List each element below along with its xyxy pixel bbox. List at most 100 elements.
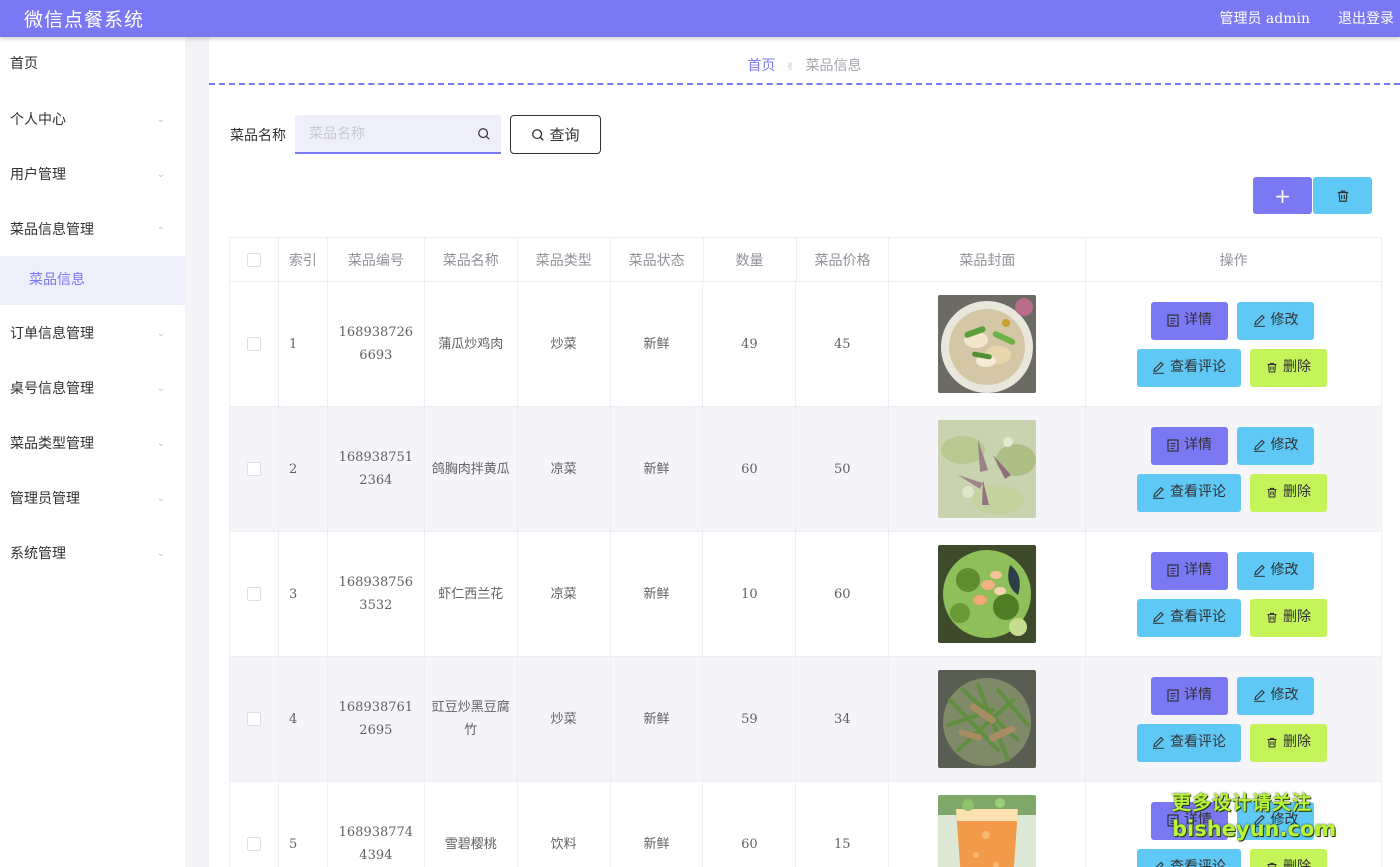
- column-header: 菜品封面: [889, 238, 1087, 282]
- edit-button[interactable]: 修改: [1237, 551, 1314, 590]
- detail-button[interactable]: 详情: [1151, 301, 1228, 340]
- sidebar-item-user-management[interactable]: 用户管理 ⌄: [0, 155, 185, 195]
- cell-type: 饮料: [518, 782, 611, 867]
- sidebar-item-label: 管理员管理: [10, 491, 80, 507]
- edit-button[interactable]: 修改: [1237, 676, 1314, 715]
- cell-price: 50: [796, 407, 890, 531]
- cell-name: 鸽胸肉拌黄瓜: [425, 407, 518, 531]
- row-checkbox[interactable]: [246, 337, 261, 351]
- edit-icon: [1253, 564, 1265, 577]
- cell-quantity: 60: [703, 782, 797, 867]
- cell-quantity: 49: [703, 282, 797, 406]
- edit-icon: [1253, 439, 1265, 452]
- edit-button[interactable]: 修改: [1237, 301, 1314, 340]
- logout-link[interactable]: 退出登录: [1338, 8, 1394, 28]
- cell-cover: [889, 657, 1086, 781]
- delete-button[interactable]: 删除: [1250, 348, 1327, 387]
- row-checkbox[interactable]: [246, 712, 261, 726]
- sidebar-item-dish-info[interactable]: 菜品信息: [0, 256, 185, 305]
- document-icon: [1167, 439, 1179, 452]
- sidebar-item-table-management[interactable]: 桌号信息管理 ⌄: [0, 369, 185, 409]
- sidebar-item-order-management[interactable]: 订单信息管理 ⌄: [0, 314, 185, 354]
- dish-cover-image[interactable]: [938, 795, 1037, 867]
- edit-button-label: 修改: [1270, 437, 1299, 453]
- trash-icon: [1267, 737, 1277, 748]
- edit-icon: [1153, 361, 1164, 374]
- cell-quantity: 60: [703, 407, 797, 531]
- dish-table: 索引 菜品编号 菜品名称 菜品类型 菜品状态 数量 菜品价格 菜品封面 操作 1…: [229, 237, 1382, 867]
- detail-button[interactable]: 详情: [1151, 551, 1228, 590]
- sidebar-item-label: 用户管理: [10, 167, 66, 183]
- cell-type: 炒菜: [518, 282, 611, 406]
- chevron-down-icon: ⌄: [156, 438, 165, 449]
- column-header: 菜品状态: [611, 238, 704, 282]
- column-header: 菜品类型: [518, 238, 611, 282]
- batch-delete-button[interactable]: [1313, 177, 1372, 214]
- column-header: 索引: [279, 238, 328, 282]
- cell-cover: [889, 532, 1086, 656]
- dish-cover-image[interactable]: [938, 295, 1037, 393]
- dish-cover-image[interactable]: [938, 545, 1037, 643]
- cell-code: 1689387563532: [328, 532, 425, 656]
- sidebar-item-home[interactable]: 首页: [0, 44, 185, 84]
- row-checkbox[interactable]: [246, 587, 261, 601]
- edit-icon: [1153, 486, 1164, 499]
- add-button[interactable]: +: [1253, 177, 1312, 214]
- cell-index: 3: [279, 532, 328, 656]
- breadcrumb-home[interactable]: 首页: [747, 58, 775, 74]
- document-icon: [1167, 564, 1179, 577]
- view-reviews-button[interactable]: 查看评论: [1137, 473, 1241, 512]
- row-checkbox[interactable]: [246, 837, 261, 851]
- chevron-down-icon: ⌄: [156, 493, 165, 504]
- row-select-cell: [230, 657, 279, 781]
- detail-button[interactable]: 详情: [1151, 426, 1228, 465]
- row-checkbox[interactable]: [246, 462, 261, 476]
- sidebar-item-label: 首页: [10, 56, 38, 72]
- dish-cover-image[interactable]: [938, 670, 1037, 768]
- cell-index: 5: [279, 782, 328, 867]
- cell-status: 新鲜: [611, 657, 704, 781]
- detail-button[interactable]: 详情: [1151, 676, 1228, 715]
- delete-button[interactable]: 删除: [1250, 723, 1327, 762]
- delete-button[interactable]: 删除: [1250, 473, 1327, 512]
- select-all-cell: [230, 238, 279, 282]
- select-all-checkbox[interactable]: [246, 253, 261, 267]
- view-reviews-button[interactable]: 查看评论: [1137, 848, 1241, 867]
- cell-cover: [889, 282, 1086, 406]
- trash-icon: [1267, 362, 1277, 373]
- view-reviews-button[interactable]: 查看评论: [1137, 598, 1241, 637]
- row-select-cell: [230, 407, 279, 531]
- search-input[interactable]: [295, 115, 470, 152]
- edit-icon: [1155, 861, 1164, 867]
- edit-icon: [1153, 736, 1164, 749]
- cell-name: 雪碧樱桃: [425, 782, 518, 867]
- document-icon: [1167, 314, 1179, 327]
- sidebar-item-dish-type-management[interactable]: 菜品类型管理 ⌄: [0, 424, 185, 464]
- delete-button[interactable]: 删除: [1250, 848, 1327, 867]
- query-button[interactable]: 查询: [510, 115, 601, 154]
- search-field: [295, 115, 501, 154]
- trash-icon: [1267, 487, 1277, 498]
- cell-name: 虾仁西兰花: [425, 532, 518, 656]
- sidebar-item-system-management[interactable]: 系统管理 ⌄: [0, 534, 185, 574]
- column-header: 菜品编号: [328, 238, 425, 282]
- delete-button[interactable]: 删除: [1250, 598, 1327, 637]
- chevron-down-icon: ⌄: [156, 169, 165, 180]
- dish-cover-image[interactable]: [938, 420, 1037, 518]
- sidebar-item-admin-management[interactable]: 管理员管理 ⌄: [0, 479, 185, 519]
- admin-label: 管理员 admin: [1219, 11, 1310, 27]
- cell-actions: 详情 修改 查看评论 删除: [1086, 282, 1381, 406]
- sidebar-item-personal-center[interactable]: 个人中心 ⌄: [0, 100, 185, 140]
- view-reviews-button[interactable]: 查看评论: [1137, 723, 1241, 762]
- chevron-down-icon: ⌄: [156, 328, 165, 339]
- cell-price: 45: [796, 282, 890, 406]
- sidebar-item-label: 菜品类型管理: [10, 436, 94, 452]
- sidebar-item-dish-management[interactable]: 菜品信息管理 ⌃: [0, 210, 185, 250]
- view-reviews-button-label: 查看评论: [1170, 859, 1226, 867]
- view-reviews-button[interactable]: 查看评论: [1137, 348, 1241, 387]
- delete-button-label: 删除: [1283, 734, 1311, 750]
- row-actions: 详情 修改 查看评论 删除: [1086, 407, 1381, 532]
- chevron-down-icon: ⌄: [156, 383, 165, 394]
- delete-button-label: 删除: [1283, 859, 1311, 867]
- edit-button[interactable]: 修改: [1237, 426, 1314, 465]
